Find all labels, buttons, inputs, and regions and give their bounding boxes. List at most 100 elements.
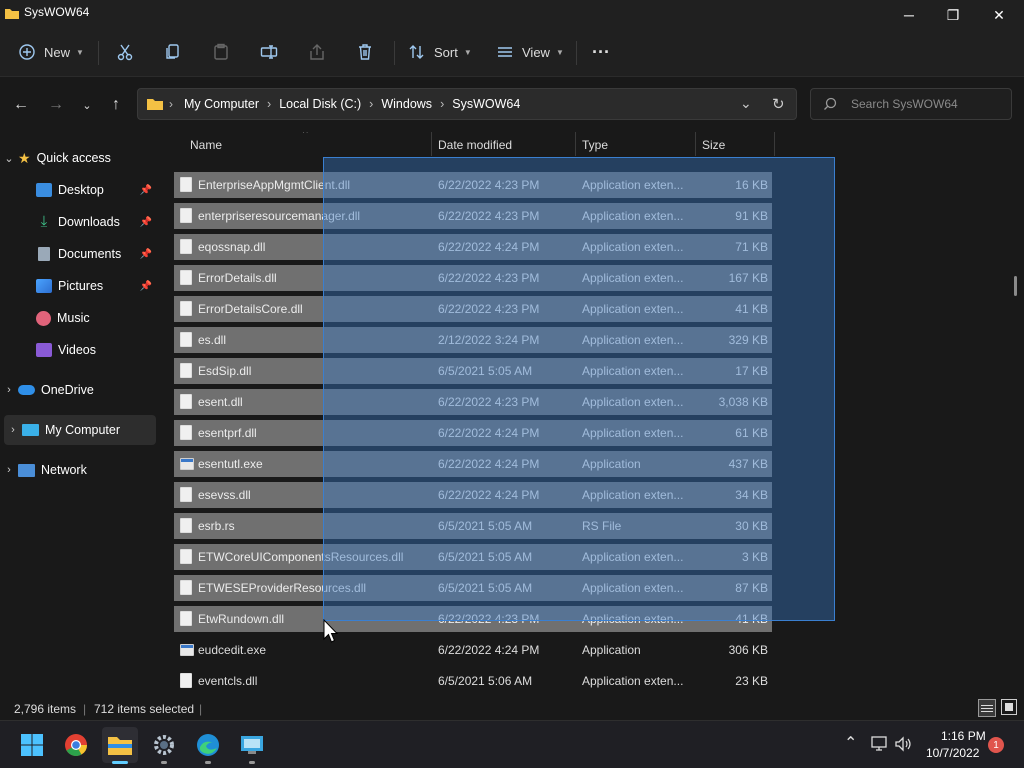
- view-button-label: View: [522, 44, 550, 60]
- file-type: Application: [582, 643, 641, 657]
- list-view-icon: [498, 47, 512, 57]
- maximize-button[interactable]: ❐: [930, 0, 976, 30]
- video-icon: [36, 343, 52, 357]
- sidebar-item-pictures[interactable]: Pictures 📌: [0, 271, 156, 301]
- clock-date[interactable]: 10/7/2022: [926, 746, 979, 760]
- breadcrumb-local-disk[interactable]: Local Disk (C:): [279, 97, 361, 111]
- chevron-right-icon[interactable]: ›: [0, 464, 18, 476]
- paste-button[interactable]: [212, 36, 230, 68]
- table-row[interactable]: eventcls.dll 6/5/2021 5:06 AM Application …: [174, 668, 772, 694]
- sidebar-item-label: Pictures: [58, 279, 104, 293]
- new-button[interactable]: New ▼: [18, 36, 84, 68]
- file-explorer-app-icon[interactable]: [102, 727, 138, 764]
- breadcrumb-separator-icon: ›: [169, 97, 173, 111]
- sidebar-item-label: OneDrive: [41, 383, 94, 397]
- view-button[interactable]: View ▼: [496, 36, 564, 68]
- sidebar-item-label: Downloads: [58, 215, 120, 229]
- share-button[interactable]: [308, 36, 326, 68]
- recent-locations-chevron-icon[interactable]: ⌄: [72, 93, 102, 117]
- refresh-icon[interactable]: ↻: [772, 95, 785, 113]
- column-type[interactable]: Type: [582, 138, 608, 152]
- column-size[interactable]: Size: [702, 138, 725, 152]
- column-divider[interactable]: [431, 132, 432, 156]
- forward-arrow-icon[interactable]: →: [41, 93, 71, 117]
- network-status-icon[interactable]: [870, 736, 888, 752]
- chrome-app-icon[interactable]: [58, 727, 94, 763]
- scissors-icon: [117, 44, 133, 61]
- breadcrumb-syswow64[interactable]: SysWOW64: [452, 97, 520, 111]
- sort-button[interactable]: Sort ▼: [408, 36, 472, 68]
- chevron-right-icon[interactable]: ›: [4, 424, 22, 436]
- file-date-modified: 6/22/2022 4:24 PM: [438, 643, 540, 657]
- column-header: ^ Name Date modified Type Size: [174, 132, 934, 156]
- sidebar-item-my-computer[interactable]: › My Computer: [4, 415, 156, 445]
- sidebar-item-quick-access[interactable]: ⌄ ★ Quick access: [0, 143, 156, 173]
- column-divider[interactable]: [575, 132, 576, 156]
- sidebar-item-downloads[interactable]: ⤓ Downloads 📌: [0, 207, 156, 237]
- dll-file-icon: [180, 487, 192, 502]
- status-bar: 2,796 items | 712 items selected |: [0, 696, 1024, 720]
- title-bar: SysWOW64 ─ ❐ ✕: [0, 0, 1024, 30]
- more-options-button[interactable]: ···: [592, 36, 610, 68]
- address-history-chevron-icon[interactable]: ⌄: [740, 95, 752, 112]
- settings-app-icon[interactable]: [146, 727, 182, 764]
- volume-icon[interactable]: [894, 736, 912, 752]
- chevron-down-icon: ▼: [76, 47, 84, 57]
- column-divider[interactable]: [774, 132, 775, 156]
- pin-icon: 📌: [139, 216, 152, 228]
- sidebar-item-network[interactable]: › Network: [0, 455, 156, 485]
- minimize-button[interactable]: ─: [886, 0, 932, 30]
- sort-icon: [409, 45, 424, 59]
- application-file-icon: [180, 644, 194, 656]
- file-date-modified: 6/5/2021 5:06 AM: [438, 674, 533, 688]
- notification-badge[interactable]: 1: [988, 737, 1004, 753]
- sidebar-item-music[interactable]: Music: [0, 303, 156, 333]
- show-hidden-icons-chevron-icon[interactable]: ⌃: [844, 733, 857, 753]
- up-arrow-icon[interactable]: ↑: [101, 93, 131, 117]
- large-icons-view-icon[interactable]: [1001, 699, 1017, 715]
- control-panel-app-icon[interactable]: [234, 727, 270, 764]
- pin-icon: 📌: [139, 184, 152, 196]
- rename-icon: [260, 45, 278, 59]
- running-app-indicator: [161, 761, 167, 764]
- application-file-icon: [180, 458, 194, 470]
- back-arrow-icon[interactable]: ←: [6, 93, 36, 117]
- vertical-scrollbar-thumb[interactable]: [1014, 276, 1017, 296]
- dll-file-icon: [180, 270, 192, 285]
- sidebar-item-desktop[interactable]: Desktop 📌: [0, 175, 156, 205]
- address-bar[interactable]: › My Computer › Local Disk (C:) › Window…: [137, 88, 797, 120]
- table-row[interactable]: eudcedit.exe 6/22/2022 4:24 PM Application…: [174, 637, 772, 663]
- cloud-icon: [18, 385, 35, 395]
- clock-time[interactable]: 1:16 PM: [941, 729, 986, 743]
- star-icon: ★: [18, 149, 31, 166]
- chrome-icon: [65, 734, 87, 756]
- column-name[interactable]: Name: [190, 138, 222, 152]
- navigation-pane: ⌄ ★ Quick access Desktop 📌 ⤓ Downloads 📌…: [0, 132, 160, 696]
- sidebar-item-videos[interactable]: Videos: [0, 335, 156, 365]
- chevron-down-icon: ▼: [463, 47, 472, 57]
- trash-icon: [359, 44, 371, 60]
- computer-icon: [22, 424, 39, 436]
- breadcrumb: My Computer › Local Disk (C:) › Windows …: [184, 97, 520, 111]
- details-view-icon[interactable]: [978, 699, 996, 717]
- command-bar: New ▼ Sort ▼ View ▼ ···: [0, 30, 1024, 76]
- close-button[interactable]: ✕: [976, 0, 1022, 30]
- breadcrumb-my-computer[interactable]: My Computer: [184, 97, 259, 111]
- delete-button[interactable]: [356, 36, 374, 68]
- edge-app-icon[interactable]: [190, 727, 226, 764]
- chevron-down-icon[interactable]: ⌄: [0, 152, 18, 165]
- rename-button[interactable]: [260, 36, 278, 68]
- column-divider[interactable]: [695, 132, 696, 156]
- chevron-right-icon[interactable]: ›: [0, 384, 18, 396]
- windows-logo-icon: [21, 734, 43, 756]
- column-date-modified[interactable]: Date modified: [438, 138, 512, 152]
- pictures-icon: [36, 279, 52, 293]
- copy-button[interactable]: [164, 36, 182, 68]
- cut-button[interactable]: [116, 36, 134, 68]
- search-box[interactable]: Search SysWOW64: [810, 88, 1012, 120]
- start-button[interactable]: [14, 727, 50, 763]
- breadcrumb-windows[interactable]: Windows: [381, 97, 432, 111]
- sidebar-item-onedrive[interactable]: › OneDrive: [0, 375, 156, 405]
- sidebar-item-documents[interactable]: Documents 📌: [0, 239, 156, 269]
- selected-count: 712 items selected: [94, 702, 195, 716]
